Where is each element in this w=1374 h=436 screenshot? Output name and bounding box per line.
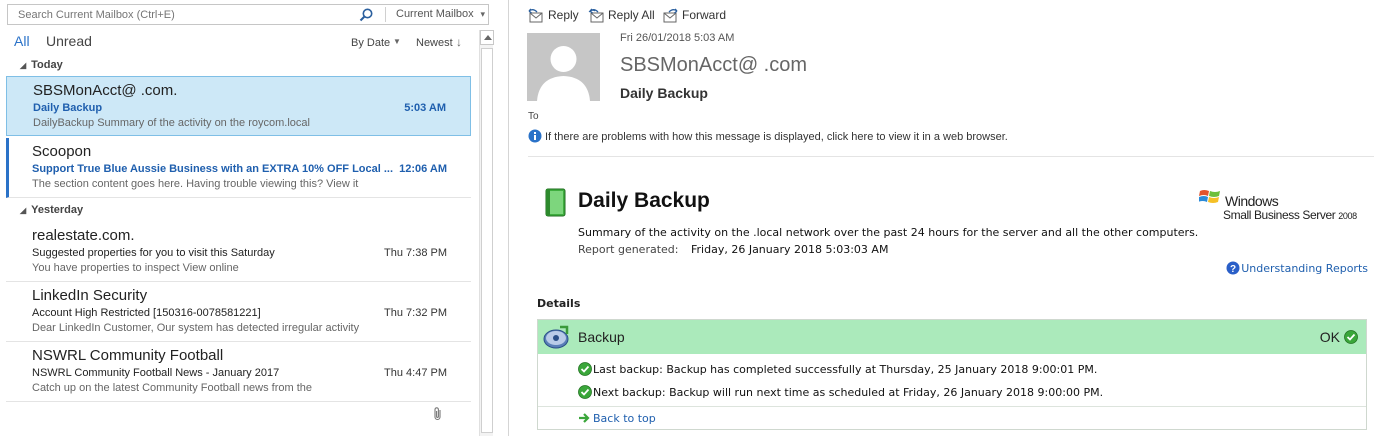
reply-icon: [528, 8, 543, 23]
report-title: Daily Backup: [578, 189, 710, 212]
mail-sender: realestate.com.: [32, 227, 135, 244]
message-subject: Daily Backup: [620, 85, 708, 101]
next-backup-line: Next backup: Backup will run next time a…: [578, 385, 1103, 399]
sort-by-dropdown[interactable]: By Date: [351, 37, 390, 49]
mail-subject: Account High Restricted [150316-00785812…: [32, 307, 261, 319]
collapse-triangle-icon: ◢: [20, 206, 27, 215]
windows-flag-icon: [1199, 190, 1220, 203]
mail-sender: NSWRL Community Football: [32, 347, 224, 364]
collapse-triangle-icon: ◢: [20, 61, 27, 70]
group-header-yesterday[interactable]: ◢ Yesterday: [20, 204, 83, 216]
last-backup-line: Last backup: Backup has completed succes…: [578, 362, 1097, 376]
mail-item[interactable]: realestate.com. Suggested properties for…: [6, 222, 471, 282]
search-scope-dropdown[interactable]: Current Mailbox ▾: [390, 5, 488, 24]
mail-sender: SBSMonAcct@ .com.: [33, 82, 178, 99]
mail-item[interactable]: NSWRL Community Football NSWRL Community…: [6, 342, 471, 402]
backup-icon: [543, 325, 569, 349]
group-header-today[interactable]: ◢ Today: [20, 59, 63, 71]
windows-product-year: 2008: [1338, 211, 1357, 221]
mail-item[interactable]: Scoopon Support True Blue Aussie Busines…: [6, 138, 471, 198]
person-silhouette-icon: [537, 46, 590, 101]
forward-icon: [663, 8, 678, 23]
search-scope-label: Current Mailbox: [396, 8, 474, 20]
svg-text:?: ?: [1230, 264, 1236, 275]
mail-preview: The section content goes here. Having tr…: [32, 178, 359, 190]
search-input[interactable]: [8, 5, 353, 24]
mail-list-scrollbar[interactable]: [479, 30, 494, 436]
backup-header: Backup OK: [538, 320, 1366, 354]
mail-time: Thu 7:32 PM: [384, 307, 447, 319]
windows-product-name: Small Business Server 2008: [1223, 208, 1357, 222]
search-icon[interactable]: [358, 7, 374, 23]
book-icon: [545, 188, 566, 217]
filter-unread-tab[interactable]: Unread: [46, 33, 92, 49]
report-generated-value: Friday, 26 January 2018 5:03:03 AM: [691, 243, 889, 256]
report-summary: Summary of the activity on the .local ne…: [578, 226, 1199, 239]
mail-subject: Daily Backup: [33, 102, 103, 114]
mail-subject: Support True Blue Aussie Business with a…: [32, 163, 394, 175]
mail-preview: Dear LinkedIn Customer, Our system has d…: [32, 322, 360, 334]
backup-title: Backup: [578, 329, 625, 345]
check-icon: [578, 385, 592, 399]
forward-label: Forward: [682, 8, 727, 22]
mail-time: 12:06 AM: [399, 163, 447, 175]
mail-preview: DailyBackup Summary of the activity on t…: [33, 117, 310, 129]
scroll-thumb[interactable]: [481, 48, 493, 433]
to-label: To: [528, 111, 539, 122]
back-to-top-link[interactable]: Back to top: [578, 411, 656, 425]
mail-subject: Suggested properties for you to visit th…: [32, 247, 275, 259]
understanding-reports-link[interactable]: ? Understanding Reports: [1226, 261, 1368, 275]
filter-bar: All Unread By Date ▼ Newest ↓: [0, 33, 475, 53]
windows-sbs-logo: Windows Small Business Server 2008: [1199, 188, 1369, 222]
avatar: [527, 33, 600, 101]
mail-item[interactable]: LinkedIn Security Account High Restricte…: [6, 282, 471, 342]
reply-button[interactable]: Reply: [528, 7, 582, 25]
search-divider: [385, 7, 386, 22]
reply-all-icon: [588, 8, 604, 23]
check-icon: [578, 362, 592, 376]
info-bar-text: If there are problems with how this mess…: [545, 131, 1008, 143]
check-icon: [1344, 330, 1358, 344]
mail-preview: Catch up on the latest Community Footbal…: [32, 382, 313, 394]
info-icon: [528, 129, 542, 143]
arrow-down-icon[interactable]: ↓: [456, 35, 462, 49]
windows-name: Windows: [1225, 193, 1279, 209]
reply-all-label: Reply All: [608, 8, 655, 22]
filter-all-tab[interactable]: All: [14, 33, 30, 49]
mail-time: Thu 4:47 PM: [384, 367, 447, 379]
reply-all-button[interactable]: Reply All: [588, 7, 668, 25]
chevron-down-icon: ▼: [393, 37, 401, 46]
mail-preview: You have properties to inspect View onli…: [32, 262, 239, 274]
paperclip-icon: [434, 407, 441, 421]
backup-divider: [538, 406, 1366, 407]
reading-pane: Reply Reply All Forward Fri 26/01/2018 5…: [510, 0, 1374, 436]
message-date: Fri 26/01/2018 5:03 AM: [620, 32, 735, 44]
search-box: Current Mailbox ▾: [7, 4, 489, 25]
sort-order-toggle[interactable]: Newest: [416, 37, 453, 49]
mail-time: 5:03 AM: [404, 102, 446, 114]
help-icon: ?: [1226, 261, 1240, 275]
mail-sender: Scoopon: [32, 143, 92, 160]
reply-label: Reply: [548, 8, 579, 22]
backup-status: OK: [1319, 329, 1340, 345]
report-generated-label: Report generated:: [578, 243, 679, 256]
arrow-right-icon: [579, 413, 590, 423]
info-bar[interactable]: If there are problems with how this mess…: [528, 129, 1008, 143]
mail-subject: NSWRL Community Football News - January …: [32, 367, 280, 379]
report-body: Daily Backup Windows Small Business Serv…: [536, 186, 1368, 436]
details-heading: Details: [537, 297, 581, 310]
chevron-down-icon: ▾: [480, 9, 485, 19]
mail-sender: LinkedIn Security: [32, 287, 148, 304]
mail-list-pane: Current Mailbox ▾ All Unread By Date ▼ N…: [0, 0, 496, 436]
backup-section: Backup OK Last backup: Backup has comple…: [537, 319, 1367, 430]
message-sender[interactable]: SBSMonAcct@ .com: [620, 54, 807, 77]
pane-divider[interactable]: [508, 0, 509, 436]
forward-button[interactable]: Forward: [662, 7, 732, 25]
mail-time: Thu 7:38 PM: [384, 247, 447, 259]
scroll-up-button[interactable]: [480, 30, 494, 45]
mail-item[interactable]: SBSMonAcct@ .com. Daily Backup DailyBack…: [6, 76, 471, 136]
header-divider: [528, 156, 1374, 157]
